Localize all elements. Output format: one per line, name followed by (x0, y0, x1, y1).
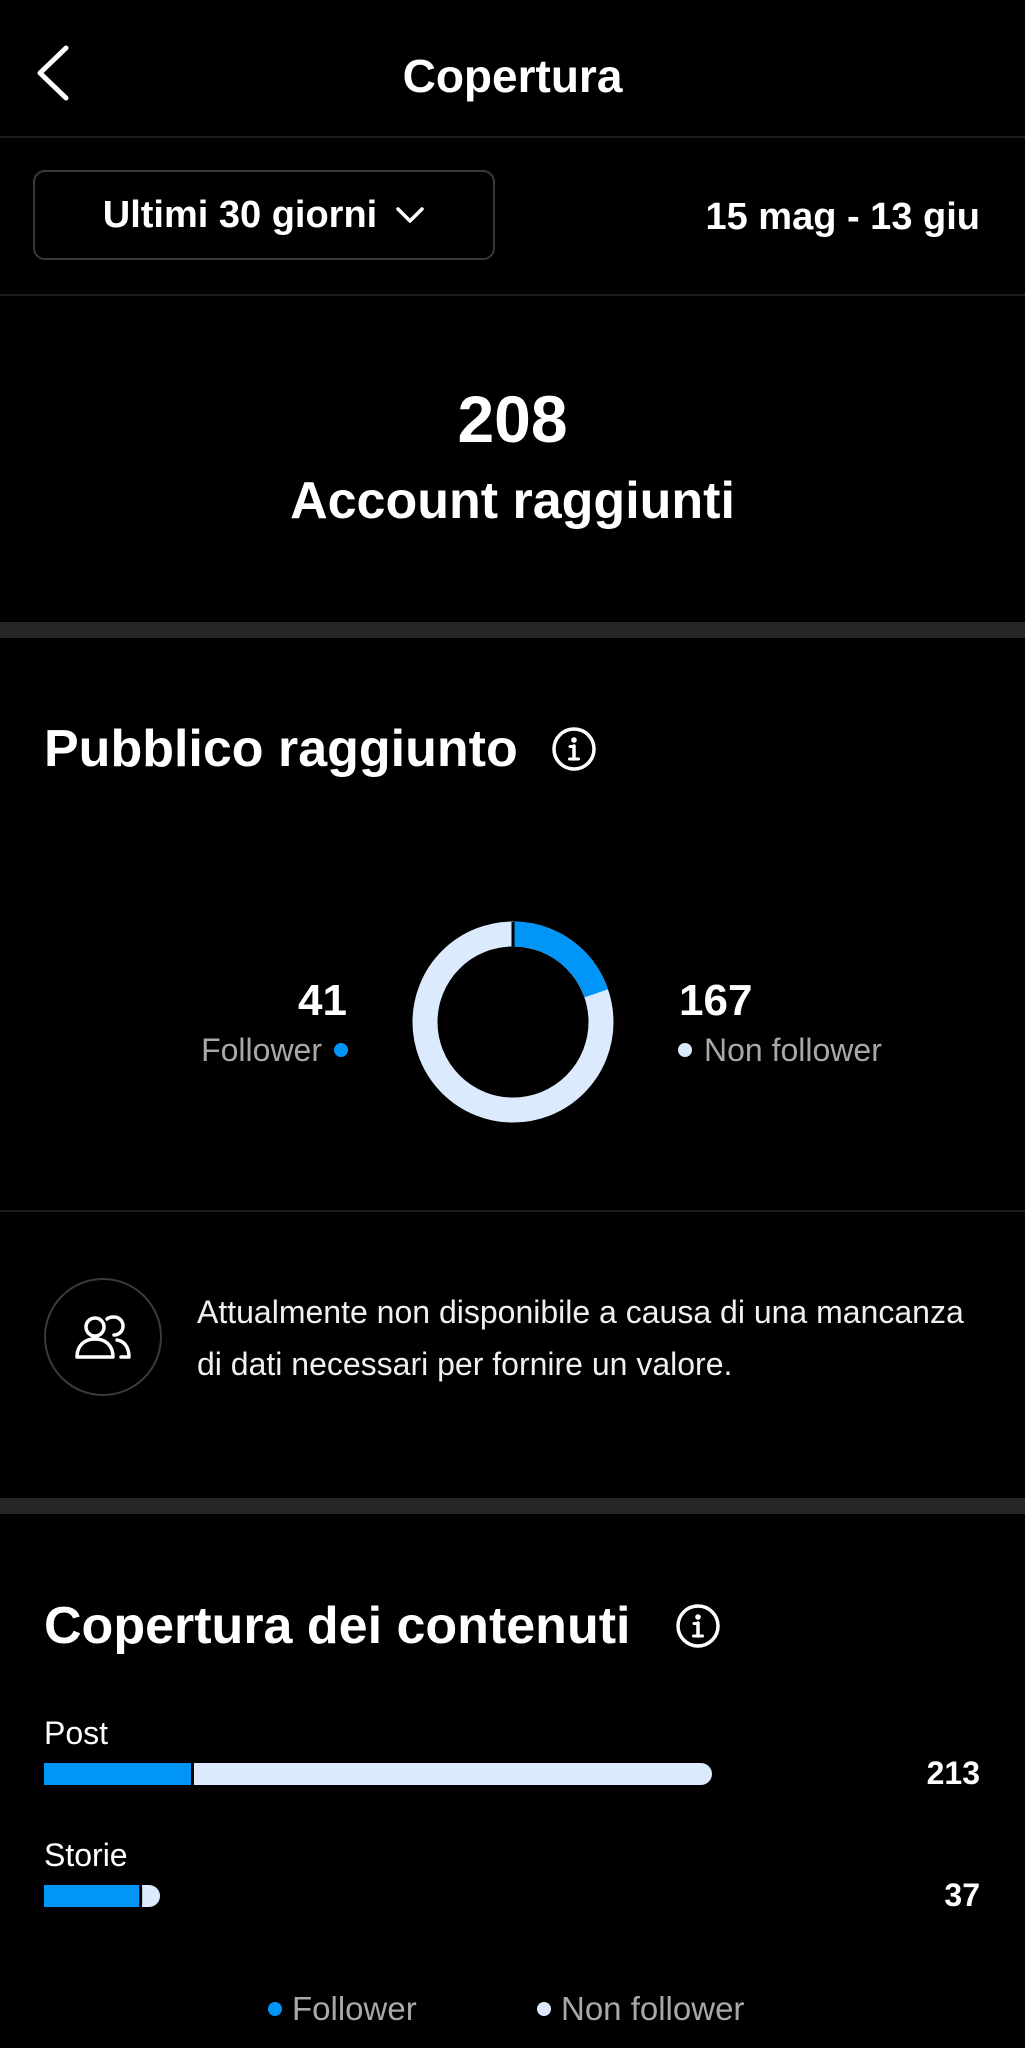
audience-avatar (44, 1278, 162, 1396)
stories-bar-label: Storie (44, 1837, 128, 1873)
audience-section-title: Pubblico raggiunto (44, 718, 518, 780)
divider (0, 1210, 1025, 1212)
filter-row: Ultimi 30 giorni 15 mag - 13 giu (0, 138, 1025, 296)
post-bar-label: Post (44, 1715, 109, 1751)
accounts-reached-value: 208 (457, 382, 568, 456)
follower-dot (334, 1043, 348, 1057)
legend-non-follower-dot (537, 2002, 551, 2016)
non-follower-count: 167 (679, 976, 753, 1025)
audience-title-text: Pubblico raggiunto (44, 720, 518, 778)
follower-count: 41 (298, 976, 347, 1025)
post-reach-bar (44, 1763, 712, 1785)
non-follower-dot (678, 1043, 692, 1057)
info-icon[interactable] (675, 1603, 721, 1649)
people-icon (75, 1315, 131, 1359)
content-reach-section-title: Copertura dei contenuti (44, 1595, 630, 1657)
section-divider (0, 1498, 1025, 1514)
non-follower-stat-label: Non follower (678, 1030, 882, 1070)
stories-reach-value: 37 (944, 1877, 980, 1913)
info-icon[interactable] (551, 726, 597, 772)
post-reach-value: 213 (926, 1755, 980, 1791)
bar-segment-separator (139, 1885, 143, 1907)
legend-follower: Follower (268, 1989, 417, 2029)
legend-follower-dot (268, 2002, 282, 2016)
legend-non-follower: Non follower (537, 1989, 744, 2029)
stories-reach-bar (44, 1885, 161, 1907)
date-range-dropdown[interactable]: Ultimi 30 giorni (33, 170, 495, 260)
date-range-text: 15 mag - 13 giu (705, 196, 980, 238)
page-title: Copertura (402, 50, 623, 102)
legend-non-follower-label: Non follower (561, 1990, 745, 2027)
unavailable-message: Attualmente non disponibile a causa di u… (197, 1294, 964, 1382)
audience-donut-chart (412, 921, 614, 1123)
content-reach-title-text: Copertura dei contenuti (44, 1597, 631, 1655)
legend-follower-label: Follower (292, 1990, 417, 2027)
non-follower-label-text: Non follower (704, 1032, 882, 1068)
bar-follower-segment (44, 1763, 191, 1785)
chevron-down-icon (396, 207, 424, 223)
bar-segment-separator (190, 1763, 194, 1785)
follower-label-text: Follower (201, 1032, 322, 1068)
section-divider (0, 622, 1025, 638)
header-bar: Copertura (0, 0, 1025, 138)
bar-follower-segment (44, 1885, 140, 1907)
follower-stat-label: Follower (201, 1030, 348, 1070)
accounts-reached-label: Account raggiunti (290, 472, 735, 530)
date-range-dropdown-label: Ultimi 30 giorni (102, 193, 378, 236)
